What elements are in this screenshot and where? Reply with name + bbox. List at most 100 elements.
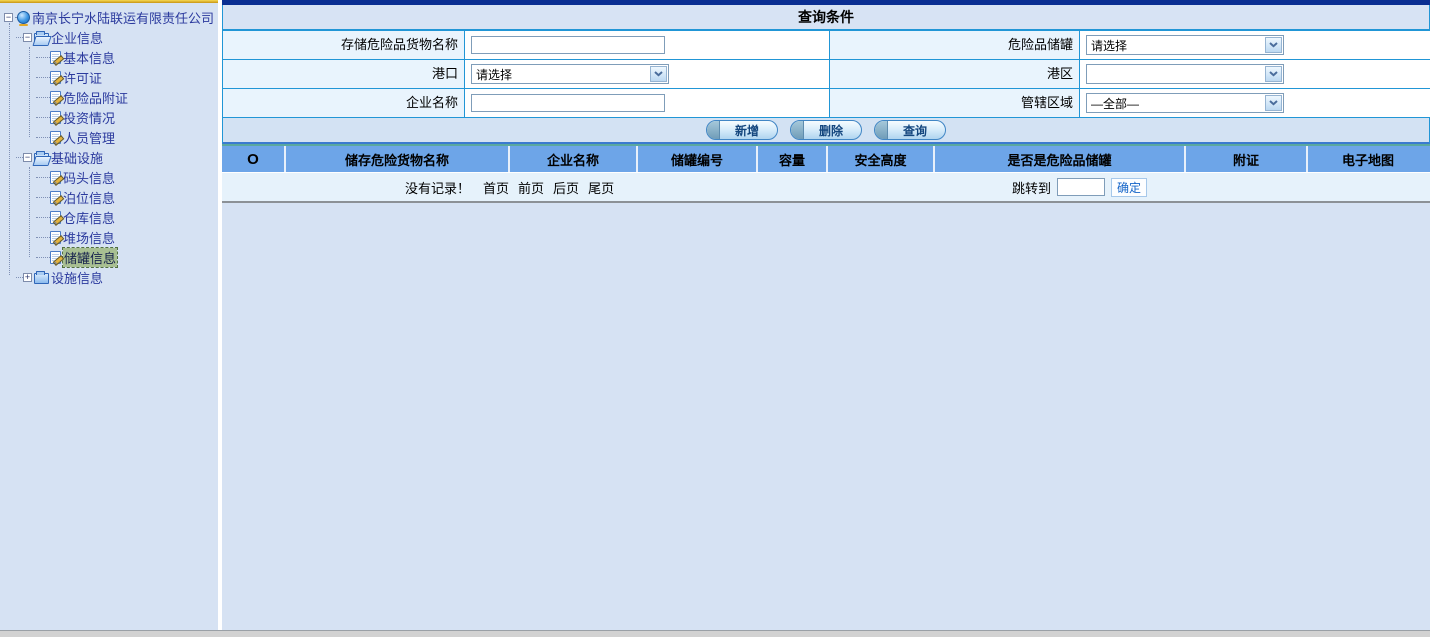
- app-window: − 南京长宁水陆联运有限责任公司 − 企业信息 基本信息 许可证: [0, 0, 1430, 637]
- sidebar-item-infrastructure[interactable]: − 基础设施: [0, 147, 218, 167]
- tree-item-label: 仓库信息: [63, 208, 115, 227]
- chevron-down-icon: [650, 66, 667, 82]
- tree-expand-icon[interactable]: +: [23, 273, 32, 282]
- tree-item-label: 企业信息: [51, 28, 103, 47]
- tree-collapse-icon[interactable]: −: [4, 13, 13, 22]
- document-edit-icon: [50, 211, 61, 224]
- document-edit-icon: [50, 251, 61, 264]
- document-edit-icon: [50, 131, 61, 144]
- sidebar-item-facility-info[interactable]: + 设施信息: [0, 267, 218, 287]
- add-button[interactable]: 新增: [706, 120, 778, 140]
- sidebar-item-enterprise-info[interactable]: − 企业信息: [0, 27, 218, 47]
- column-header-electronic-map: 电子地图: [1308, 146, 1428, 172]
- chevron-down-icon: [1265, 37, 1282, 53]
- query-conditions-title: 查询条件: [222, 5, 1430, 31]
- button-cap: [707, 121, 720, 139]
- tree-item-label: 码头信息: [63, 168, 115, 187]
- column-header-attached-cert: 附证: [1186, 146, 1308, 172]
- company-name-label: 企业名称: [223, 89, 464, 117]
- tree-item-label: 泊位信息: [63, 188, 115, 207]
- column-header-cargo-name: 储存危险货物名称: [286, 146, 510, 172]
- tree-item-label: 基础设施: [51, 148, 103, 167]
- sidebar-item-wharf-info[interactable]: 码头信息: [0, 167, 218, 187]
- pager-next-link[interactable]: 后页: [553, 178, 579, 197]
- chevron-down-icon: [1265, 95, 1282, 111]
- sidebar-item-dangerous-goods-cert[interactable]: 危险品附证: [0, 87, 218, 107]
- column-header-is-dangerous-tank: 是否是危险品储罐: [935, 146, 1186, 172]
- sidebar-item-tank-info[interactable]: 储罐信息: [0, 247, 218, 267]
- company-name-cell: [465, 89, 829, 117]
- pager-last-link[interactable]: 尾页: [588, 178, 614, 197]
- port-label: 港口: [223, 60, 464, 88]
- delete-button[interactable]: 删除: [790, 120, 862, 140]
- pager-prev-link[interactable]: 前页: [518, 178, 544, 197]
- folder-open-icon: [34, 33, 49, 44]
- tree-item-label-selected: 储罐信息: [63, 248, 117, 267]
- select-all-column-header[interactable]: O: [222, 146, 286, 172]
- button-cap: [791, 121, 804, 139]
- cargo-name-cell: [465, 31, 829, 59]
- cargo-name-input[interactable]: [471, 36, 665, 54]
- search-button[interactable]: 查询: [874, 120, 946, 140]
- tree-connector: [29, 47, 30, 137]
- tree-item-label: 许可证: [63, 68, 102, 87]
- pagination-links: 没有记录！ 首页 前页 后页 尾页: [405, 173, 614, 201]
- sidebar-item-personnel[interactable]: 人员管理: [0, 127, 218, 147]
- action-button-bar: 新增 删除 查询: [222, 118, 1430, 144]
- tree-collapse-icon[interactable]: −: [23, 33, 32, 42]
- port-area-label: 港区: [830, 60, 1079, 88]
- sidebar-item-basic-info[interactable]: 基本信息: [0, 47, 218, 67]
- folder-open-icon: [34, 153, 49, 164]
- empty-content-area: [222, 203, 1430, 627]
- page-jump-group: 跳转到 确定: [1012, 173, 1147, 201]
- region-select[interactable]: —全部—: [1086, 93, 1284, 113]
- pager-first-link[interactable]: 首页: [483, 178, 509, 197]
- document-edit-icon: [50, 51, 61, 64]
- company-name-input[interactable]: [471, 94, 665, 112]
- document-edit-icon: [50, 191, 61, 204]
- tree-item-label: 设施信息: [51, 268, 103, 287]
- tree-item-label: 人员管理: [63, 128, 115, 147]
- region-cell: —全部—: [1080, 89, 1430, 117]
- pagination-bar: 没有记录！ 首页 前页 后页 尾页 跳转到 确定: [222, 172, 1430, 201]
- tank-label: 危险品储罐: [830, 31, 1079, 59]
- tree-item-label: 南京长宁水陆联运有限责任公司: [32, 8, 214, 27]
- results-table-header: O 储存危险货物名称 企业名称 储罐编号 容量 安全高度 是否是危险品储罐 附证…: [222, 146, 1430, 172]
- select-all-icon: O: [247, 151, 259, 168]
- document-edit-icon: [50, 171, 61, 184]
- folder-closed-icon: [34, 273, 49, 284]
- query-form: 存储危险品货物名称 危险品储罐 请选择 港口 请选择: [222, 31, 1430, 118]
- cargo-name-label: 存储危险品货物名称: [223, 31, 464, 59]
- column-header-safe-height: 安全高度: [828, 146, 935, 172]
- chevron-down-icon: [1265, 66, 1282, 82]
- navigation-sidebar: − 南京长宁水陆联运有限责任公司 − 企业信息 基本信息 许可证: [0, 0, 218, 630]
- button-cap: [875, 121, 888, 139]
- port-select[interactable]: 请选择: [471, 64, 669, 84]
- jump-to-label: 跳转到: [1012, 178, 1051, 197]
- tree-collapse-icon[interactable]: −: [23, 153, 32, 162]
- main-content: 查询条件 存储危险品货物名称 危险品储罐 请选择 港口 请选择: [222, 0, 1430, 630]
- globe-icon: [17, 11, 30, 24]
- confirm-button[interactable]: 确定: [1111, 178, 1147, 197]
- sidebar-item-berth-info[interactable]: 泊位信息: [0, 187, 218, 207]
- port-area-select[interactable]: [1086, 64, 1284, 84]
- sidebar-item-company-root[interactable]: − 南京长宁水陆联运有限责任公司: [0, 7, 218, 27]
- tree-item-label: 基本信息: [63, 48, 115, 67]
- tank-cell: 请选择: [1080, 31, 1430, 59]
- tree-item-label: 投资情况: [63, 108, 115, 127]
- tank-select[interactable]: 请选择: [1086, 35, 1284, 55]
- region-label: 管辖区域: [830, 89, 1079, 117]
- document-edit-icon: [50, 71, 61, 84]
- sidebar-item-investment[interactable]: 投资情况: [0, 107, 218, 127]
- tree-connector: [29, 167, 30, 257]
- sidebar-item-yard-info[interactable]: 堆场信息: [0, 227, 218, 247]
- port-cell: 请选择: [465, 60, 829, 88]
- document-edit-icon: [50, 231, 61, 244]
- column-header-capacity: 容量: [758, 146, 828, 172]
- column-header-tank-number: 储罐编号: [638, 146, 758, 172]
- sidebar-item-license[interactable]: 许可证: [0, 67, 218, 87]
- column-header-company: 企业名称: [510, 146, 638, 172]
- tree-item-label: 危险品附证: [63, 88, 128, 107]
- sidebar-item-warehouse-info[interactable]: 仓库信息: [0, 207, 218, 227]
- jump-page-input[interactable]: [1057, 178, 1105, 196]
